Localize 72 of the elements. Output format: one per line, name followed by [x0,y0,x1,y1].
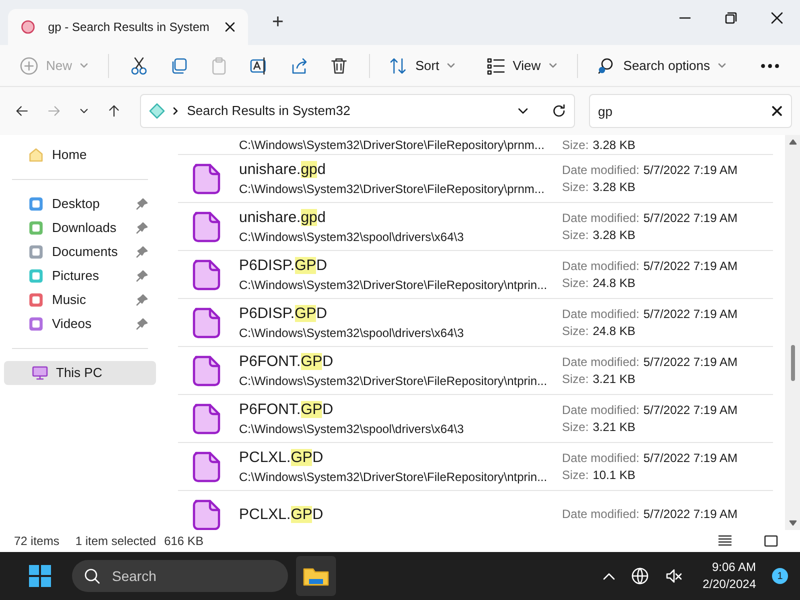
sidebar-item[interactable]: Music [4,288,156,312]
search-options-button[interactable]: Search options [589,52,734,80]
new-tab-button[interactable]: + [264,7,292,37]
file-path: C:\Windows\System32\spool\drivers\x64\3 [239,228,465,246]
search-field[interactable]: gp [589,94,792,128]
sidebar-item[interactable]: Pictures [4,264,156,288]
date-label: Date modified: [562,258,640,274]
size-label: Size: [562,274,589,292]
sidebar-item[interactable]: Videos [4,312,156,336]
file-path: C:\Windows\System32\spool\drivers\x64\3 [239,420,465,438]
file-name[interactable]: unishare.gpd [239,160,562,180]
file-name[interactable]: P6DISP.GPD [239,304,562,324]
size-label: Size: [562,466,589,484]
file-name[interactable]: P6FONT.GPD [239,352,562,372]
date-label: Date modified: [562,402,640,418]
tab-title: gp - Search Results in System [48,19,210,36]
sidebar-item[interactable]: This PC [4,361,156,385]
file-name[interactable]: PCLXL.GPD [239,448,562,468]
date-label: Date modified: [562,162,640,178]
view-button[interactable]: View [478,52,565,80]
clock-time: 9:06 AM [712,559,756,576]
sidebar-item[interactable]: Home [4,143,156,167]
clock-date: 2/20/2024 [702,576,756,593]
sort-button[interactable]: Sort [381,52,464,80]
date-modified: 5/7/2022 7:19 AM [643,210,738,226]
item-count: 72 items [14,533,60,550]
file-size: 24.8 KB [592,274,636,292]
date-modified: 5/7/2022 7:19 AM [643,506,738,523]
file-size: 24.8 KB [592,322,636,340]
date-modified: 5/7/2022 7:19 AM [643,258,738,274]
address-path: Search Results in System32 [187,102,352,120]
file-name[interactable]: unishare.gpd [239,208,562,228]
file-path: C:\Windows\System32\spool\drivers\x64\3 [239,324,465,342]
file-size: 3.28 KB [592,137,636,154]
file-size: 3.28 KB [592,226,636,244]
file-size: 3.28 KB [592,178,636,196]
file-name[interactable]: PCLXL.GPD [239,504,562,524]
date-label: Date modified: [562,450,640,466]
date-modified: 5/7/2022 7:19 AM [643,306,738,322]
selection-status: 1 item selected [75,533,156,550]
file-path: C:\Windows\System32\DriverStore\FileRepository\ntprin... [239,372,548,390]
size-label: Size: [562,322,589,340]
file-path: C:\Windows\System32\DriverStore\FileRepository\ntprin... [239,468,548,486]
date-label: Date modified: [562,306,640,322]
size-label: Size: [562,226,589,244]
sidebar-item[interactable]: Documents [4,240,156,264]
date-modified: 5/7/2022 7:19 AM [643,354,738,370]
size-label: Size: [562,137,589,154]
selection-size: 616 KB [164,533,204,550]
sidebar-item[interactable]: Desktop [4,192,156,216]
date-modified: 5/7/2022 7:19 AM [643,402,738,418]
address-bar[interactable]: Search Results in System32 [140,94,575,128]
date-modified: 5/7/2022 7:19 AM [643,450,738,466]
file-name[interactable]: P6DISP.GPD [239,256,562,276]
notification-badge: 1 [772,568,788,584]
size-label: Size: [562,178,589,196]
file-path: C:\Windows\System32\DriverStore\FileRepository\ntprin... [239,276,548,294]
date-label: Date modified: [562,210,640,226]
date-label: Date modified: [562,354,640,370]
date-modified: 5/7/2022 7:19 AM [643,162,738,178]
file-path: C:\Windows\System32\DriverStore\FileRepository\prnm... [239,180,546,198]
size-label: Size: [562,370,589,388]
taskbar-search[interactable]: Search [72,560,288,592]
date-label: Date modified: [562,506,640,523]
file-name[interactable]: P6FONT.GPD [239,400,562,420]
sidebar-item[interactable]: Downloads [4,216,156,240]
size-label: Size: [562,418,589,436]
browser-tab[interactable]: gp - Search Results in System [8,9,248,45]
file-path: C:\Windows\System32\DriverStore\FileRepository\prnm... [239,137,546,154]
file-size: 3.21 KB [592,418,636,436]
file-size: 3.21 KB [592,370,636,388]
file-size: 10.1 KB [592,466,636,484]
